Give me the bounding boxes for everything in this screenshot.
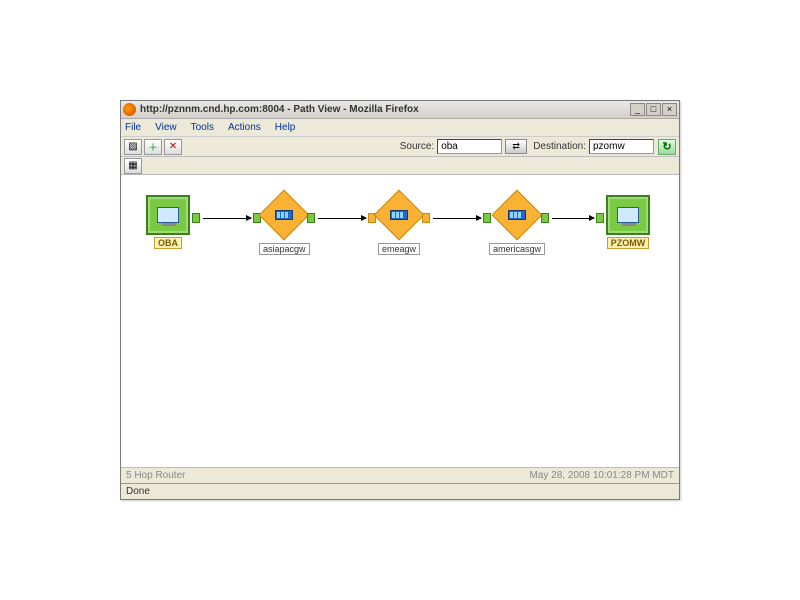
node-hop2-label: emeagw <box>378 243 420 255</box>
status-right: May 28, 2008 10:01:28 PM MDT <box>529 470 674 481</box>
node-source-label: OBA <box>154 237 182 249</box>
node-hop3[interactable]: americasgw <box>489 197 545 255</box>
node-destination[interactable]: PZOMW <box>606 195 650 249</box>
destination-label: Destination: <box>533 141 586 152</box>
view-mode-button[interactable]: ▦ <box>124 158 142 174</box>
link-arrow <box>433 218 481 219</box>
status-strip: 5 Hop Router May 28, 2008 10:01:28 PM MD… <box>121 467 679 483</box>
link-arrow <box>203 218 251 219</box>
destination-input[interactable] <box>589 139 654 154</box>
status-left: 5 Hop Router <box>126 470 185 481</box>
port <box>422 213 430 223</box>
router-icon <box>259 190 310 241</box>
port <box>596 213 604 223</box>
browser-statusbar: Done <box>121 483 679 499</box>
source-input[interactable] <box>437 139 502 154</box>
delete-button[interactable]: ✕ <box>164 139 182 155</box>
menu-view[interactable]: View <box>155 122 177 133</box>
host-icon <box>606 195 650 235</box>
node-hop3-label: americasgw <box>489 243 545 255</box>
refresh-button[interactable]: ↻ <box>658 139 676 155</box>
node-destination-label: PZOMW <box>607 237 650 249</box>
source-label: Source: <box>400 141 434 152</box>
monitor-icon <box>617 207 639 223</box>
node-source[interactable]: OBA <box>146 195 190 249</box>
host-icon <box>146 195 190 235</box>
browser-window: http://pznnm.cnd.hp.com:8004 - Path View… <box>120 100 680 500</box>
menu-actions[interactable]: Actions <box>228 122 261 133</box>
port <box>307 213 315 223</box>
toolbar-secondary: ▦ <box>121 157 679 175</box>
router-icon <box>492 190 543 241</box>
menu-file[interactable]: File <box>125 122 141 133</box>
swap-button[interactable]: ⇄ <box>505 139 527 154</box>
toolbar: ▨ ＋ ✕ Source: ⇄ Destination: ↻ <box>121 137 679 157</box>
minimize-button[interactable]: _ <box>630 103 645 116</box>
topology-canvas[interactable]: OBA asiapacgw emeagw <box>121 175 679 467</box>
titlebar[interactable]: http://pznnm.cnd.hp.com:8004 - Path View… <box>121 101 679 119</box>
node-hop1-label: asiapacgw <box>259 243 310 255</box>
port <box>192 213 200 223</box>
browser-status-text: Done <box>126 486 150 497</box>
close-button[interactable]: × <box>662 103 677 116</box>
node-hop1[interactable]: asiapacgw <box>259 197 309 255</box>
menu-tools[interactable]: Tools <box>191 122 214 133</box>
node-hop2[interactable]: emeagw <box>374 197 424 255</box>
open-button[interactable]: ▨ <box>124 139 142 155</box>
link-arrow <box>318 218 366 219</box>
menubar: File View Tools Actions Help <box>121 119 679 137</box>
window-title: http://pznnm.cnd.hp.com:8004 - Path View… <box>140 104 630 115</box>
firefox-icon <box>123 103 136 116</box>
router-icon <box>374 190 425 241</box>
maximize-button[interactable]: □ <box>646 103 661 116</box>
port <box>541 213 549 223</box>
link-arrow <box>552 218 594 219</box>
monitor-icon <box>157 207 179 223</box>
menu-help[interactable]: Help <box>275 122 296 133</box>
add-button[interactable]: ＋ <box>144 139 162 155</box>
